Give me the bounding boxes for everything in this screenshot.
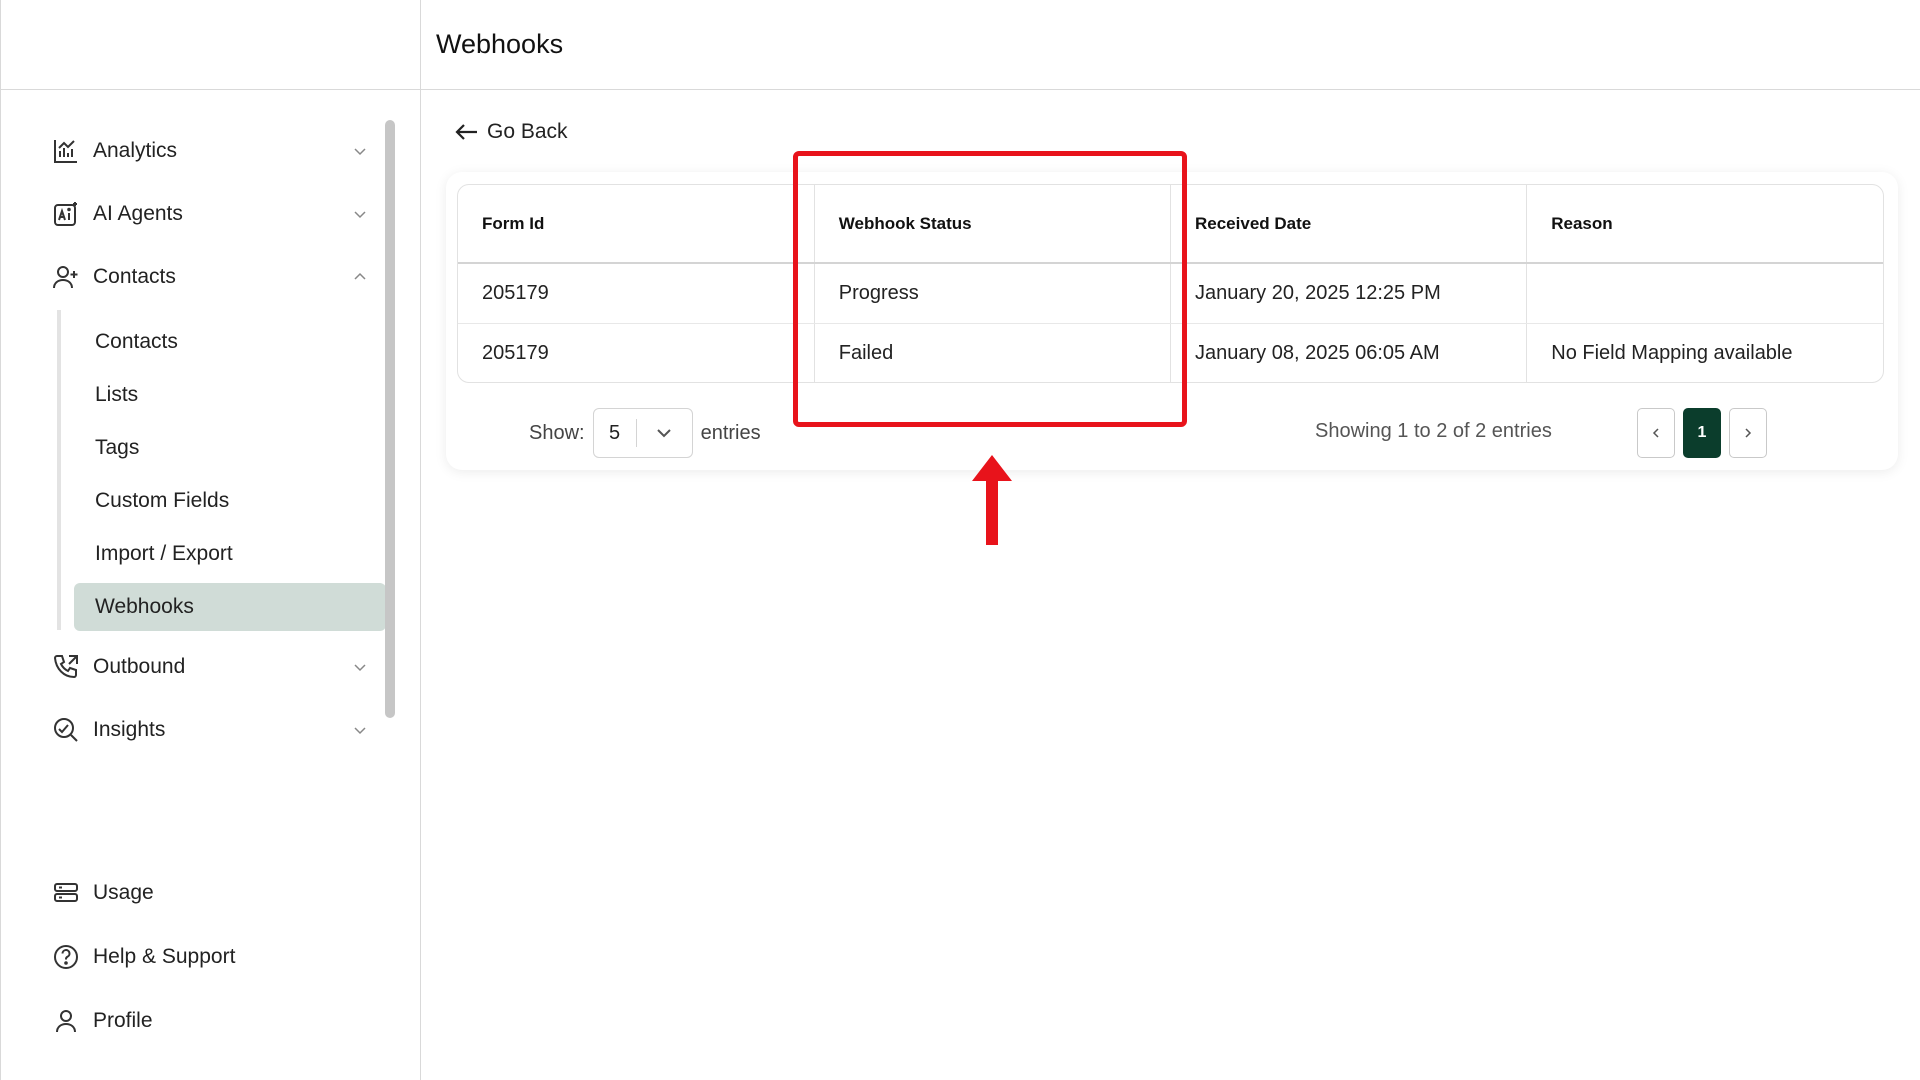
column-header-reason[interactable]: Reason: [1526, 185, 1883, 264]
top-header: Webhooks: [421, 0, 1920, 90]
go-back-label: Go Back: [487, 120, 568, 143]
sidebar-subitem-tags[interactable]: Tags: [74, 424, 386, 472]
entries-label: entries: [700, 421, 761, 444]
webhooks-table: Form Id Webhook Status Received Date Rea…: [458, 185, 1883, 382]
sidebar-item-analytics[interactable]: Analytics: [51, 131, 371, 171]
sidebar-item-label: Profile: [93, 1009, 153, 1032]
pagination: 1: [1637, 408, 1767, 458]
table-row: 205179 Progress January 20, 2025 12:25 P…: [458, 263, 1883, 324]
chevron-down-icon: [351, 658, 369, 676]
sidebar-subitem-custom-fields[interactable]: Custom Fields: [74, 477, 386, 525]
ai-agents-icon: [51, 199, 81, 229]
cell-reason: [1526, 263, 1883, 324]
sidebar-item-help-support[interactable]: Help & Support: [51, 937, 371, 977]
table-header-row: Form Id Webhook Status Received Date Rea…: [458, 185, 1883, 264]
sidebar-item-label: AI Agents: [93, 202, 183, 225]
sidebar: Analytics AI Agents Contacts Contacts Li…: [0, 0, 421, 1080]
user-plus-icon: [51, 262, 81, 292]
column-header-received-date[interactable]: Received Date: [1170, 185, 1528, 264]
cell-form-id: 205179: [458, 263, 815, 324]
sidebar-subitem-webhooks[interactable]: Webhooks: [74, 583, 386, 631]
column-header-webhook-status[interactable]: Webhook Status: [814, 185, 1172, 264]
column-header-form-id[interactable]: Form Id: [458, 185, 815, 264]
chevron-right-icon: [1745, 428, 1752, 438]
page-title: Webhooks: [436, 29, 564, 59]
page-button-current[interactable]: 1: [1683, 408, 1721, 458]
cell-received-date: January 20, 2025 12:25 PM: [1170, 263, 1528, 324]
prev-page-button[interactable]: [1637, 408, 1675, 458]
show-label: Show:: [529, 421, 585, 444]
page-size-control: Show: 5 entries: [529, 408, 761, 458]
webhooks-card: Form Id Webhook Status Received Date Rea…: [446, 172, 1898, 470]
page-size-value: 5: [594, 419, 637, 447]
sidebar-item-label: Contacts: [93, 265, 176, 288]
webhooks-table-container: Form Id Webhook Status Received Date Rea…: [457, 184, 1884, 383]
cell-form-id: 205179: [458, 323, 815, 382]
usage-icon: [51, 878, 81, 908]
sidebar-item-label: Help & Support: [93, 945, 236, 968]
page-size-select[interactable]: 5: [592, 408, 693, 458]
go-back-button[interactable]: Go Back: [455, 116, 568, 148]
cell-webhook-status: Failed: [814, 323, 1172, 382]
sidebar-item-label: Analytics: [93, 139, 178, 162]
sidebar-item-label: Outbound: [93, 655, 186, 678]
submenu-rail: [57, 310, 61, 630]
pagination-summary: Showing 1 to 2 of 2 entries: [1315, 420, 1552, 442]
cell-reason: No Field Mapping available: [1551, 341, 1793, 364]
insights-icon: [51, 715, 81, 745]
table-row: 205179 Failed January 08, 2025 06:05 AM …: [458, 323, 1883, 382]
user-icon: [51, 1006, 81, 1036]
sidebar-item-usage[interactable]: Usage: [51, 873, 371, 913]
sidebar-item-label: Usage: [93, 881, 154, 904]
chevron-down-icon: [351, 142, 369, 160]
sidebar-item-insights[interactable]: Insights: [51, 710, 371, 750]
sidebar-scrollbar[interactable]: [385, 120, 395, 718]
arrow-left-icon: [455, 122, 479, 142]
chevron-left-icon: [1652, 428, 1659, 438]
cell-received-date: January 08, 2025 06:05 AM: [1170, 323, 1528, 382]
sidebar-item-contacts[interactable]: Contacts: [51, 257, 371, 297]
next-page-button[interactable]: [1729, 408, 1767, 458]
chevron-down-icon: [351, 205, 369, 223]
analytics-chart-icon: [51, 136, 81, 166]
sidebar-item-profile[interactable]: Profile: [51, 1001, 371, 1041]
cell-webhook-status: Progress: [814, 263, 1172, 324]
chevron-down-icon: [637, 424, 692, 442]
sidebar-logo-area: [1, 0, 420, 90]
sidebar-item-outbound[interactable]: Outbound: [51, 647, 371, 687]
phone-outgoing-icon: [51, 652, 81, 682]
sidebar-item-ai-agents[interactable]: AI Agents: [51, 194, 371, 234]
sidebar-subitem-import-export[interactable]: Import / Export: [74, 530, 386, 578]
chevron-up-icon: [351, 268, 369, 286]
sidebar-item-label: Insights: [93, 718, 166, 741]
sidebar-subitem-contacts[interactable]: Contacts: [74, 318, 386, 366]
chevron-down-icon: [351, 721, 369, 739]
sidebar-subitem-lists[interactable]: Lists: [74, 371, 386, 419]
help-circle-icon: [51, 942, 81, 972]
